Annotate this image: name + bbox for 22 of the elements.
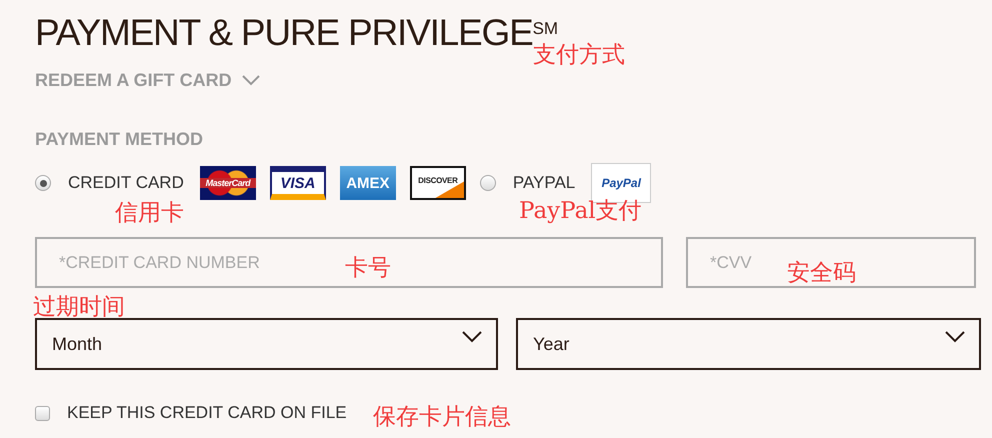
card-logo: AMEX: [340, 166, 396, 200]
radio-label[interactable]: PAYPAL: [512, 173, 576, 193]
annotation-text: 过期时间: [33, 296, 125, 318]
chevron-icon: [242, 75, 260, 86]
card-logo: MasterCard: [200, 166, 256, 200]
annotation-text: 信用卡: [115, 202, 184, 224]
radio-button[interactable]: [480, 175, 496, 191]
select-dropdown[interactable]: Year: [516, 318, 981, 370]
annotation-text: 卡号: [345, 257, 391, 279]
card-logo: DISCOVER: [410, 166, 466, 200]
checkbox[interactable]: [35, 406, 50, 420]
radio-label[interactable]: CREDIT CARD: [68, 173, 184, 193]
select-dropdown[interactable]: Month: [35, 318, 498, 370]
chevron-icon: [462, 331, 482, 343]
card-logo: VISA: [270, 166, 326, 200]
chevron-icon: [945, 331, 965, 343]
section-label: PAYMENT METHOD: [35, 129, 204, 150]
annotation-text: 安全码: [787, 262, 856, 284]
checkbox-label[interactable]: KEEP THIS CREDIT CARD ON FILE: [67, 403, 347, 423]
radio-button[interactable]: [35, 175, 51, 191]
annotation-text: 支付方式: [533, 44, 625, 66]
annotation-text: 保存卡片信息: [373, 406, 511, 428]
